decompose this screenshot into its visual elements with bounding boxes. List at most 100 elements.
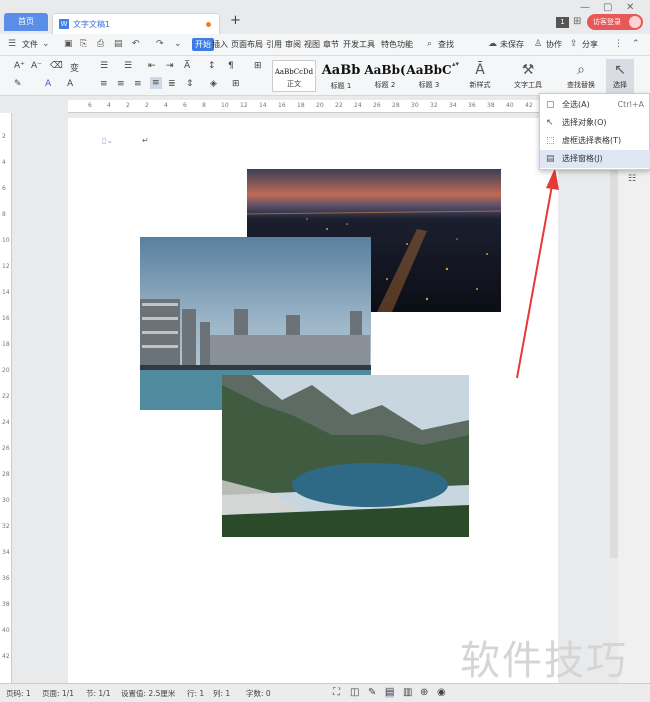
status-row[interactable]: 行: 1: [187, 688, 204, 699]
paragraph-menu-icon[interactable]: ▯⌄: [102, 136, 113, 145]
collapse-ribbon-icon[interactable]: ⌃: [632, 39, 640, 49]
menu-review[interactable]: 审阅: [285, 39, 301, 50]
status-column[interactable]: 列: 1: [213, 688, 230, 699]
save-icon[interactable]: ▣: [64, 39, 73, 49]
select-button[interactable]: ↖ 选择: [606, 59, 634, 93]
fullscreen-icon[interactable]: ⛶: [333, 687, 340, 698]
menu-reference[interactable]: 引用: [266, 39, 282, 50]
tab-document[interactable]: W 文字文稿1: [52, 13, 220, 34]
tab-home[interactable]: 首页: [4, 13, 48, 31]
ruler-h-tick: 28: [392, 102, 400, 109]
outline-view-icon[interactable]: ▥: [403, 687, 412, 698]
align-left-icon[interactable]: ≡: [100, 79, 108, 89]
align-center-icon[interactable]: ≡: [117, 79, 125, 89]
font-size-a-icon[interactable]: A̅: [184, 61, 190, 71]
menu-insert[interactable]: 插入: [212, 39, 228, 50]
text-tools-button[interactable]: ⚒ 文字工具: [508, 62, 548, 90]
close-icon[interactable]: ✕: [626, 2, 634, 13]
export-icon[interactable]: ⎘: [80, 39, 87, 49]
search-icon[interactable]: ⌕: [427, 39, 432, 49]
align-right-icon[interactable]: ≡: [134, 79, 142, 89]
undo-icon[interactable]: ↶: [132, 39, 140, 49]
style-heading-3[interactable]: AaBbC 标题 3: [406, 60, 452, 92]
grid-icon[interactable]: ⊞: [573, 16, 581, 27]
status-section[interactable]: 节: 1/1: [86, 688, 110, 699]
border-icon[interactable]: ⊞: [232, 79, 240, 89]
outdent-icon[interactable]: ⇤: [148, 61, 156, 71]
distribute-icon[interactable]: ≣: [168, 79, 176, 89]
line-spacing-icon[interactable]: ⇕: [186, 79, 194, 89]
more-icon[interactable]: ⌄: [174, 39, 182, 49]
page-view-icon[interactable]: ▤: [385, 687, 395, 698]
status-word-count[interactable]: 字数: 0: [246, 688, 271, 699]
add-tab-button[interactable]: +: [230, 13, 241, 28]
minimize-icon[interactable]: —: [580, 2, 590, 13]
read-mode-icon[interactable]: ◫: [350, 687, 359, 698]
login-button[interactable]: 访客登录: [587, 14, 643, 30]
menu-special[interactable]: 特色功能: [381, 39, 413, 50]
preview-icon[interactable]: ▤: [114, 39, 123, 49]
write-mode-icon[interactable]: ✎: [368, 687, 376, 698]
horizontal-ruler[interactable]: 6 4 2 2 4 6 8 10 12 14 16 18 20 22 24 26 28 30 32 34 36 38 40 4…: [68, 100, 558, 113]
menu-home[interactable]: 开始: [192, 38, 214, 51]
redo-icon[interactable]: ↷: [156, 39, 164, 49]
web-view-icon[interactable]: ⊕: [420, 687, 428, 698]
menu-file[interactable]: 文件: [22, 39, 38, 50]
clear-format-icon[interactable]: ⌫: [50, 61, 63, 71]
document-page[interactable]: ▯⌄ ↵: [68, 118, 559, 683]
show-marks-icon[interactable]: ¶: [228, 61, 234, 71]
search-button[interactable]: 查找: [438, 39, 454, 50]
chevron-down-icon[interactable]: ⌄: [42, 39, 50, 49]
justify-icon[interactable]: ≡: [150, 77, 162, 89]
unsaved-status[interactable]: 未保存: [500, 39, 524, 50]
ruler-v-tick: 36: [2, 575, 10, 582]
style-heading-2-label: 标题 2: [374, 81, 396, 89]
new-style-button[interactable]: Ā 新样式: [462, 62, 498, 90]
eye-protect-icon[interactable]: ◉: [437, 687, 446, 698]
status-pages[interactable]: 页面: 1/1: [42, 688, 74, 699]
settings-sliders-icon[interactable]: ☷: [628, 174, 636, 184]
menu-chapter[interactable]: 章节: [323, 39, 339, 50]
photo-mountain-lake[interactable]: [222, 375, 469, 537]
more-vertical-icon[interactable]: ⋮: [614, 39, 623, 49]
vertical-scrollbar[interactable]: [610, 118, 618, 558]
indent-icon[interactable]: ⇥: [166, 61, 174, 71]
status-page-number[interactable]: 页码: 1: [6, 688, 31, 699]
share-button[interactable]: 分享: [582, 39, 598, 50]
style-normal[interactable]: AaBbCcDd 正文: [272, 60, 316, 92]
menu-layout[interactable]: 页面布局: [231, 39, 263, 50]
selection-pane-item[interactable]: ▤ 选择窗格(J): [540, 150, 650, 168]
ruler-h-tick: 6: [183, 102, 187, 109]
select-label: 选择: [613, 81, 627, 89]
style-heading-2[interactable]: AaBb( 标题 2: [362, 60, 408, 92]
bullet-list-icon[interactable]: ☰: [100, 61, 108, 71]
highlight-icon[interactable]: ✎: [14, 79, 22, 89]
select-table-item[interactable]: ⬚ 虚框选择表格(T): [540, 132, 650, 150]
font-color-icon[interactable]: A: [45, 79, 51, 89]
menu-icon[interactable]: ☰: [8, 39, 16, 49]
select-all-item[interactable]: ▢ 全选(A) Ctrl+A: [540, 96, 650, 114]
menu-view[interactable]: 视图: [304, 39, 320, 50]
vertical-ruler[interactable]: 2 4 6 8 10 12 14 16 18 20 22 24 26 28 30 32 34 36 38 40 42: [0, 113, 12, 683]
style-heading-1[interactable]: AaBb 标题 1: [318, 60, 364, 92]
phonetic-icon[interactable]: 变: [70, 61, 79, 74]
ruler-h-tick: 26: [373, 102, 381, 109]
maximize-icon[interactable]: ▢: [603, 2, 612, 13]
table-icon[interactable]: ⊞: [254, 61, 262, 71]
menu-devtools[interactable]: 开发工具: [343, 39, 375, 50]
status-setting[interactable]: 设置值: 2.5厘米: [121, 688, 175, 699]
print-icon[interactable]: ⎙: [97, 39, 104, 49]
number-list-icon[interactable]: ☰: [124, 61, 132, 71]
font-grow-icon[interactable]: A⁺: [14, 61, 25, 71]
sort-icon[interactable]: ↕: [208, 61, 216, 71]
font-shrink-icon[interactable]: A⁻: [31, 61, 42, 71]
char-shading-icon[interactable]: A: [67, 79, 73, 89]
shading-icon[interactable]: ◈: [210, 79, 217, 89]
select-object-item[interactable]: ↖ 选择对象(O): [540, 114, 650, 132]
collab-button[interactable]: 协作: [546, 39, 562, 50]
unsaved-dot-icon[interactable]: [206, 22, 211, 27]
find-replace-button[interactable]: ⌕ 查找替换: [560, 62, 602, 90]
ruler-v-tick: 28: [2, 471, 10, 478]
ruler-v-tick: 18: [2, 341, 10, 348]
style-scroll-icon[interactable]: ▴▾: [452, 60, 459, 68]
